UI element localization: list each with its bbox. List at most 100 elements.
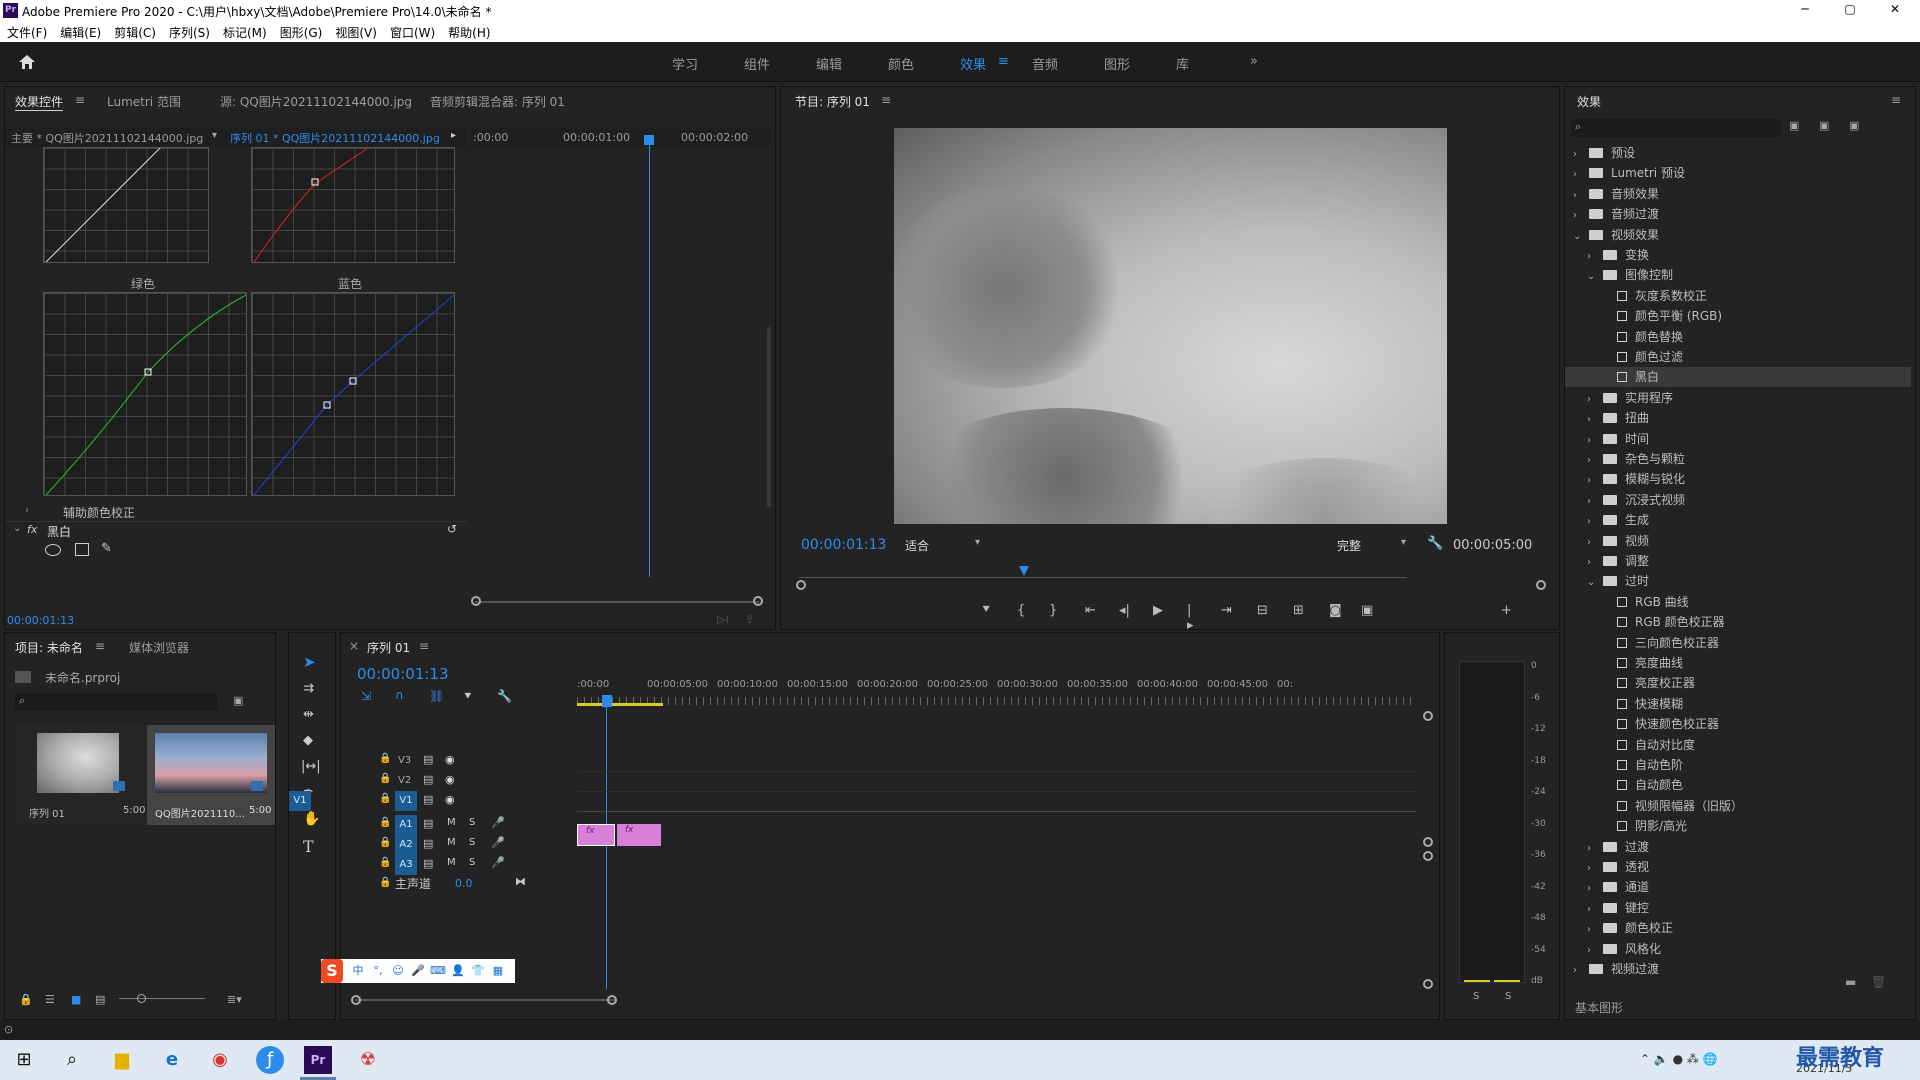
close-button[interactable]: ✕: [1880, 2, 1910, 20]
effects-tree-item[interactable]: RGB 曲线: [1565, 592, 1911, 612]
tab-source[interactable]: 源: QQ图片20211102144000.jpg: [220, 93, 412, 110]
expand-arrow-icon[interactable]: ›: [1587, 512, 1597, 532]
red-curve[interactable]: [251, 147, 455, 263]
ime-emoji-icon[interactable]: ☺: [389, 962, 407, 980]
vertical-scroll-handle[interactable]: [1423, 979, 1433, 989]
32bit-effects-icon[interactable]: ▣: [1819, 119, 1829, 132]
zoom-handle-left[interactable]: [471, 596, 481, 606]
tab-menu-icon[interactable]: ≡: [75, 93, 85, 107]
fit-dropdown[interactable]: 适合: [905, 537, 929, 554]
go-to-out-icon[interactable]: ⇥: [1221, 603, 1232, 618]
video-clip[interactable]: fx: [617, 824, 661, 846]
add-button-icon[interactable]: +: [1501, 603, 1512, 618]
menu-clip[interactable]: 剪辑(C): [107, 22, 162, 41]
effects-search-input[interactable]: ⌕: [1571, 119, 1781, 137]
effects-tree-item[interactable]: 颜色过滤: [1565, 347, 1911, 367]
solo-left-button[interactable]: S: [1473, 991, 1479, 1002]
program-monitor-title[interactable]: 节目: 序列 01: [795, 93, 870, 110]
expand-arrow-icon[interactable]: ›: [1587, 553, 1597, 573]
panel-menu-icon[interactable]: ≡: [1891, 93, 1901, 107]
effects-tree-item[interactable]: › 杂色与颗粒: [1565, 449, 1911, 469]
solo-button[interactable]: S: [469, 837, 475, 848]
video-clip[interactable]: fx: [577, 824, 615, 846]
effects-tree-item[interactable]: 亮度曲线: [1565, 653, 1911, 673]
collapse-arrow-icon[interactable]: ⌄: [1587, 267, 1597, 287]
export-frame-icon[interactable]: ◙: [1329, 603, 1342, 618]
zoom-handle-right[interactable]: [753, 596, 763, 606]
toggle-sync-lock-icon[interactable]: ▤: [423, 857, 433, 870]
effects-tree-item[interactable]: › 音频效果: [1565, 184, 1911, 204]
effects-tree-item[interactable]: 自动颜色: [1565, 775, 1911, 795]
sequence-clip-label[interactable]: 序列 01 * QQ图片20211102144000.jpg: [230, 130, 440, 146]
expand-arrow-icon[interactable]: ›: [1573, 961, 1583, 981]
tab-project[interactable]: 项目: 未命名: [15, 639, 83, 656]
effects-tree-item[interactable]: 亮度校正器: [1565, 673, 1911, 693]
new-bin-icon[interactable]: ▬: [1845, 975, 1856, 989]
effects-tree-item[interactable]: › 风格化: [1565, 939, 1911, 959]
effect-controls-timecode[interactable]: 00:00:01:13: [7, 614, 74, 627]
icon-view-icon[interactable]: ■: [71, 993, 81, 1006]
sort-icon[interactable]: ≣▾: [227, 993, 242, 1006]
track-target-v3[interactable]: V3: [398, 755, 411, 766]
workspace-tab-assembly[interactable]: 组件: [744, 54, 770, 73]
mute-button[interactable]: M: [447, 837, 456, 848]
eye-icon[interactable]: ◉: [445, 753, 455, 766]
effects-tree-item[interactable]: › 生成: [1565, 510, 1911, 530]
track-target-a1[interactable]: A1: [395, 815, 417, 835]
export-icon[interactable]: ⇪: [745, 613, 754, 626]
slip-tool-icon[interactable]: |↔|: [301, 759, 321, 774]
lock-icon[interactable]: 🔒: [19, 993, 33, 1006]
expand-arrow-icon[interactable]: ›: [1587, 839, 1597, 859]
expand-arrow-icon[interactable]: ›: [1573, 145, 1583, 165]
expand-arrow-icon[interactable]: ›: [1587, 247, 1597, 267]
expand-arrow-icon[interactable]: ›: [1587, 879, 1597, 899]
project-search-input[interactable]: ⌕: [15, 693, 217, 711]
expand-arrow-icon[interactable]: ›: [1573, 186, 1583, 206]
effects-tree-item[interactable]: › 视频: [1565, 531, 1911, 551]
track-lock-icon[interactable]: 🔒: [379, 837, 391, 848]
vertical-scroll-handle[interactable]: [1423, 837, 1433, 847]
effects-tree-item[interactable]: › 通道: [1565, 877, 1911, 897]
tab-audio-clip-mixer[interactable]: 音频剪辑混合器: 序列 01: [430, 93, 565, 110]
ime-keyboard-icon[interactable]: ⌨: [429, 962, 447, 980]
delete-icon[interactable]: 🗑: [1871, 975, 1886, 989]
tab-media-browser[interactable]: 媒体浏览器: [129, 639, 189, 656]
workspace-overflow-button[interactable]: »: [1250, 54, 1258, 69]
menu-view[interactable]: 视图(V): [328, 22, 383, 41]
expand-arrow-icon[interactable]: ›: [1587, 410, 1597, 430]
toggle-sync-lock-icon[interactable]: ▤: [423, 837, 433, 850]
expand-arrow-icon[interactable]: ›: [1573, 165, 1583, 185]
vertical-scroll-handle[interactable]: [1423, 711, 1433, 721]
menu-marker[interactable]: 标记(M): [216, 22, 273, 41]
collapse-arrow-icon[interactable]: ⌄: [13, 523, 21, 534]
comparison-view-icon[interactable]: ▣: [1361, 603, 1373, 618]
chevron-down-icon[interactable]: ▾: [212, 130, 217, 141]
workspace-tab-libraries[interactable]: 库: [1176, 54, 1189, 73]
menu-window[interactable]: 窗口(W): [383, 22, 441, 41]
effects-tree-item[interactable]: RGB 颜色校正器: [1565, 612, 1911, 632]
effects-tree-item[interactable]: › 音频过渡: [1565, 204, 1911, 224]
hand-tool-icon[interactable]: ✋: [303, 811, 320, 827]
expand-arrow-icon[interactable]: ›: [25, 505, 29, 516]
track-lock-icon[interactable]: 🔒: [379, 773, 391, 784]
horizontal-scroll-handle[interactable]: [607, 995, 617, 1005]
effects-tree-item[interactable]: ⌄ 视频效果: [1565, 225, 1911, 245]
maximize-button[interactable]: ▢: [1835, 2, 1865, 20]
effects-tree-item[interactable]: 灰度系数校正: [1565, 286, 1911, 306]
tab-effect-controls[interactable]: 效果控件: [15, 93, 64, 111]
project-item-image[interactable]: QQ图片2021110... 5:00: [147, 725, 275, 825]
effects-tree-item[interactable]: 快速颜色校正器: [1565, 714, 1911, 734]
minimize-button[interactable]: ─: [1790, 2, 1820, 20]
expand-arrow-icon[interactable]: ›: [1587, 451, 1597, 471]
effects-tree-item[interactable]: › 沉浸式视频: [1565, 490, 1911, 510]
file-explorer-icon[interactable]: ▆: [108, 1046, 136, 1074]
type-tool-icon[interactable]: T: [303, 837, 314, 856]
program-playhead[interactable]: [1019, 566, 1029, 576]
search-icon[interactable]: ⌕: [58, 1046, 86, 1074]
razor-tool-icon[interactable]: ◆: [303, 733, 313, 748]
play-icon[interactable]: ▶: [1153, 603, 1163, 618]
play-only-icon[interactable]: ▸: [451, 130, 456, 141]
panel-menu-icon[interactable]: ≡: [95, 639, 105, 653]
zoom-slider[interactable]: [119, 998, 205, 999]
menu-file[interactable]: 文件(F): [0, 22, 53, 41]
